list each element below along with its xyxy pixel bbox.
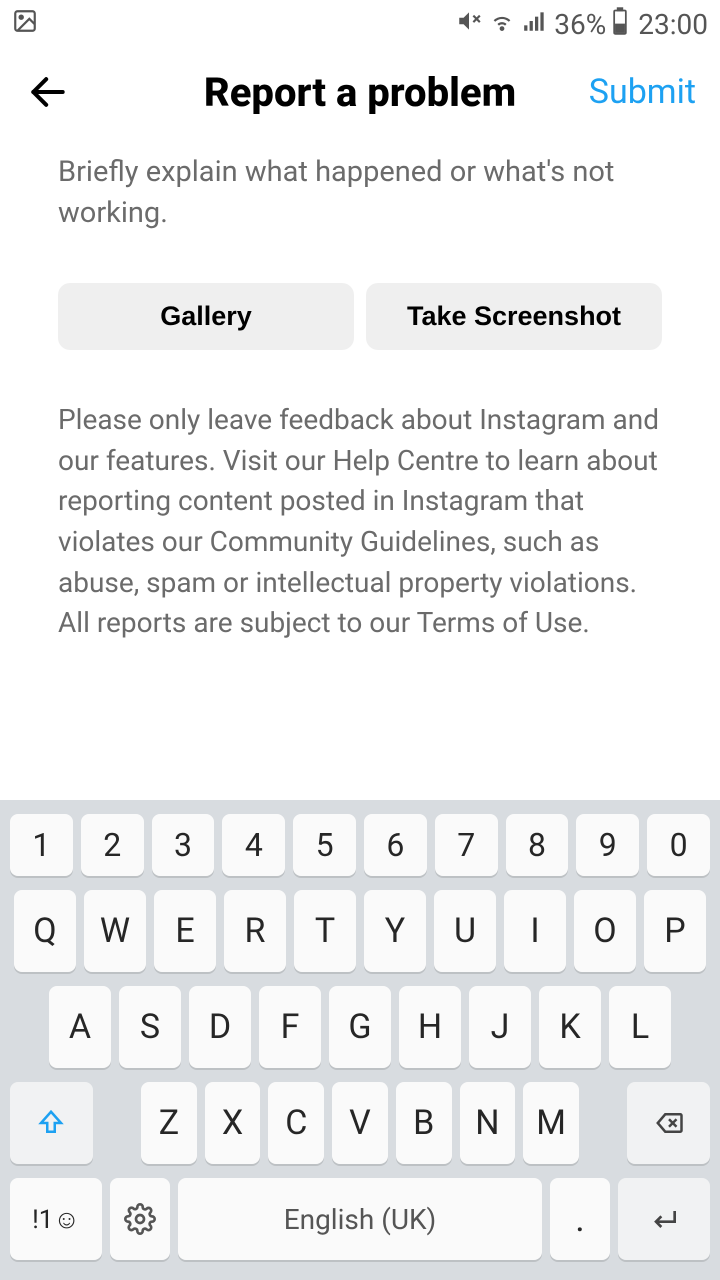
content-area: Briefly explain what happened or what's …	[0, 152, 720, 800]
key-c[interactable]: C	[268, 1082, 324, 1164]
nav-header: Report a problem Submit	[0, 48, 720, 152]
clock-time: 23:00	[638, 8, 708, 41]
backspace-icon	[651, 1108, 687, 1138]
problem-input-placeholder[interactable]: Briefly explain what happened or what's …	[58, 152, 662, 233]
wifi-icon	[488, 8, 516, 41]
take-screenshot-button[interactable]: Take Screenshot	[366, 283, 662, 350]
kb-row-bottom: !1☺ English (UK) .	[10, 1178, 710, 1260]
battery-percent: 36%	[554, 8, 606, 41]
backspace-key[interactable]	[627, 1082, 710, 1164]
key-4[interactable]: 4	[222, 814, 285, 876]
key-5[interactable]: 5	[293, 814, 356, 876]
key-r[interactable]: R	[224, 890, 286, 972]
key-e[interactable]: E	[154, 890, 216, 972]
kb-row-qwerty: QWERTYUIOP	[10, 890, 710, 972]
key-m[interactable]: M	[523, 1082, 579, 1164]
period-key[interactable]: .	[550, 1178, 610, 1260]
key-k[interactable]: K	[539, 986, 601, 1068]
kb-row-numbers: 1234567890	[10, 814, 710, 876]
key-q[interactable]: Q	[14, 890, 76, 972]
key-3[interactable]: 3	[152, 814, 215, 876]
key-d[interactable]: D	[189, 986, 251, 1068]
key-u[interactable]: U	[434, 890, 496, 972]
mute-vibrate-icon	[456, 8, 482, 41]
battery-icon	[612, 7, 628, 42]
spacebar-key[interactable]: English (UK)	[178, 1178, 542, 1260]
key-t[interactable]: T	[294, 890, 356, 972]
arrow-left-icon	[26, 70, 70, 114]
key-o[interactable]: O	[574, 890, 636, 972]
key-g[interactable]: G	[329, 986, 391, 1068]
key-n[interactable]: N	[460, 1082, 516, 1164]
key-0[interactable]: 0	[647, 814, 710, 876]
gear-icon	[124, 1203, 156, 1235]
gallery-button[interactable]: Gallery	[58, 283, 354, 350]
key-j[interactable]: J	[469, 986, 531, 1068]
key-8[interactable]: 8	[506, 814, 569, 876]
key-b[interactable]: B	[396, 1082, 452, 1164]
enter-key[interactable]	[618, 1178, 710, 1260]
page-title: Report a problem	[204, 69, 516, 116]
key-a[interactable]: A	[49, 986, 111, 1068]
image-indicator-icon	[12, 8, 38, 41]
key-f[interactable]: F	[259, 986, 321, 1068]
key-x[interactable]: X	[205, 1082, 261, 1164]
key-l[interactable]: L	[609, 986, 671, 1068]
symbols-key[interactable]: !1☺	[10, 1178, 102, 1260]
key-1[interactable]: 1	[10, 814, 73, 876]
signal-icon	[522, 8, 548, 41]
key-s[interactable]: S	[119, 986, 181, 1068]
key-i[interactable]: I	[504, 890, 566, 972]
key-v[interactable]: V	[332, 1082, 388, 1164]
soft-keyboard: 1234567890 QWERTYUIOP ASDFGHJKL ZXCVBNM …	[0, 800, 720, 1280]
kb-row-zxcv: ZXCVBNM	[10, 1082, 710, 1164]
key-p[interactable]: P	[644, 890, 706, 972]
shift-icon	[36, 1108, 66, 1138]
enter-icon	[644, 1203, 684, 1235]
submit-button[interactable]: Submit	[589, 72, 696, 112]
key-h[interactable]: H	[399, 986, 461, 1068]
key-2[interactable]: 2	[81, 814, 144, 876]
key-7[interactable]: 7	[435, 814, 498, 876]
back-button[interactable]	[24, 68, 72, 116]
shift-key[interactable]	[10, 1082, 93, 1164]
kb-row-asdf: ASDFGHJKL	[10, 986, 710, 1068]
key-6[interactable]: 6	[364, 814, 427, 876]
key-y[interactable]: Y	[364, 890, 426, 972]
key-z[interactable]: Z	[141, 1082, 197, 1164]
key-9[interactable]: 9	[576, 814, 639, 876]
info-text: Please only leave feedback about Instagr…	[58, 400, 662, 644]
status-bar: 36% 23:00	[0, 0, 720, 48]
key-w[interactable]: W	[84, 890, 146, 972]
keyboard-settings-key[interactable]	[110, 1178, 170, 1260]
